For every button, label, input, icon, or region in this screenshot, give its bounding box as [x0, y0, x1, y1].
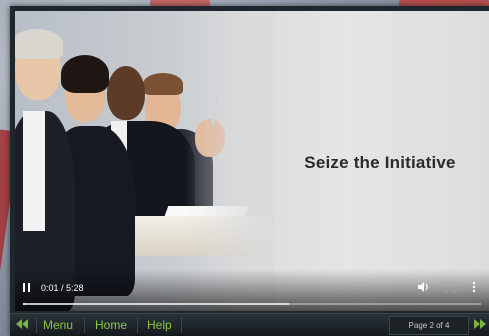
page-indicator: Page 2 of 4 — [389, 316, 469, 335]
buffer-fill — [23, 303, 289, 305]
previous-arrow-icon[interactable] — [15, 317, 29, 331]
slide-title: Seize the Initiative — [304, 153, 456, 172]
course-nav-bar: Menu Home Help Page 2 of 4 — [10, 313, 489, 336]
volume-icon[interactable] — [418, 282, 430, 295]
progress-bar[interactable] — [23, 303, 481, 305]
next-arrow-icon[interactable] — [473, 317, 487, 331]
course-player-window: Seize the Initiative 0:01 / 5:28 Menu Ho… — [10, 6, 489, 336]
video-controls: 0:01 / 5:28 — [15, 269, 489, 311]
fullscreen-icon[interactable] — [444, 281, 456, 295]
menu-link[interactable]: Menu — [43, 318, 73, 332]
help-link[interactable]: Help — [147, 318, 172, 332]
home-link[interactable]: Home — [95, 318, 127, 332]
time-display: 0:01 / 5:28 — [41, 283, 84, 293]
progress-fill — [23, 303, 25, 305]
pause-icon[interactable] — [23, 283, 31, 293]
more-options-icon[interactable] — [472, 281, 476, 296]
video-player[interactable]: Seize the Initiative 0:01 / 5:28 — [15, 11, 489, 311]
